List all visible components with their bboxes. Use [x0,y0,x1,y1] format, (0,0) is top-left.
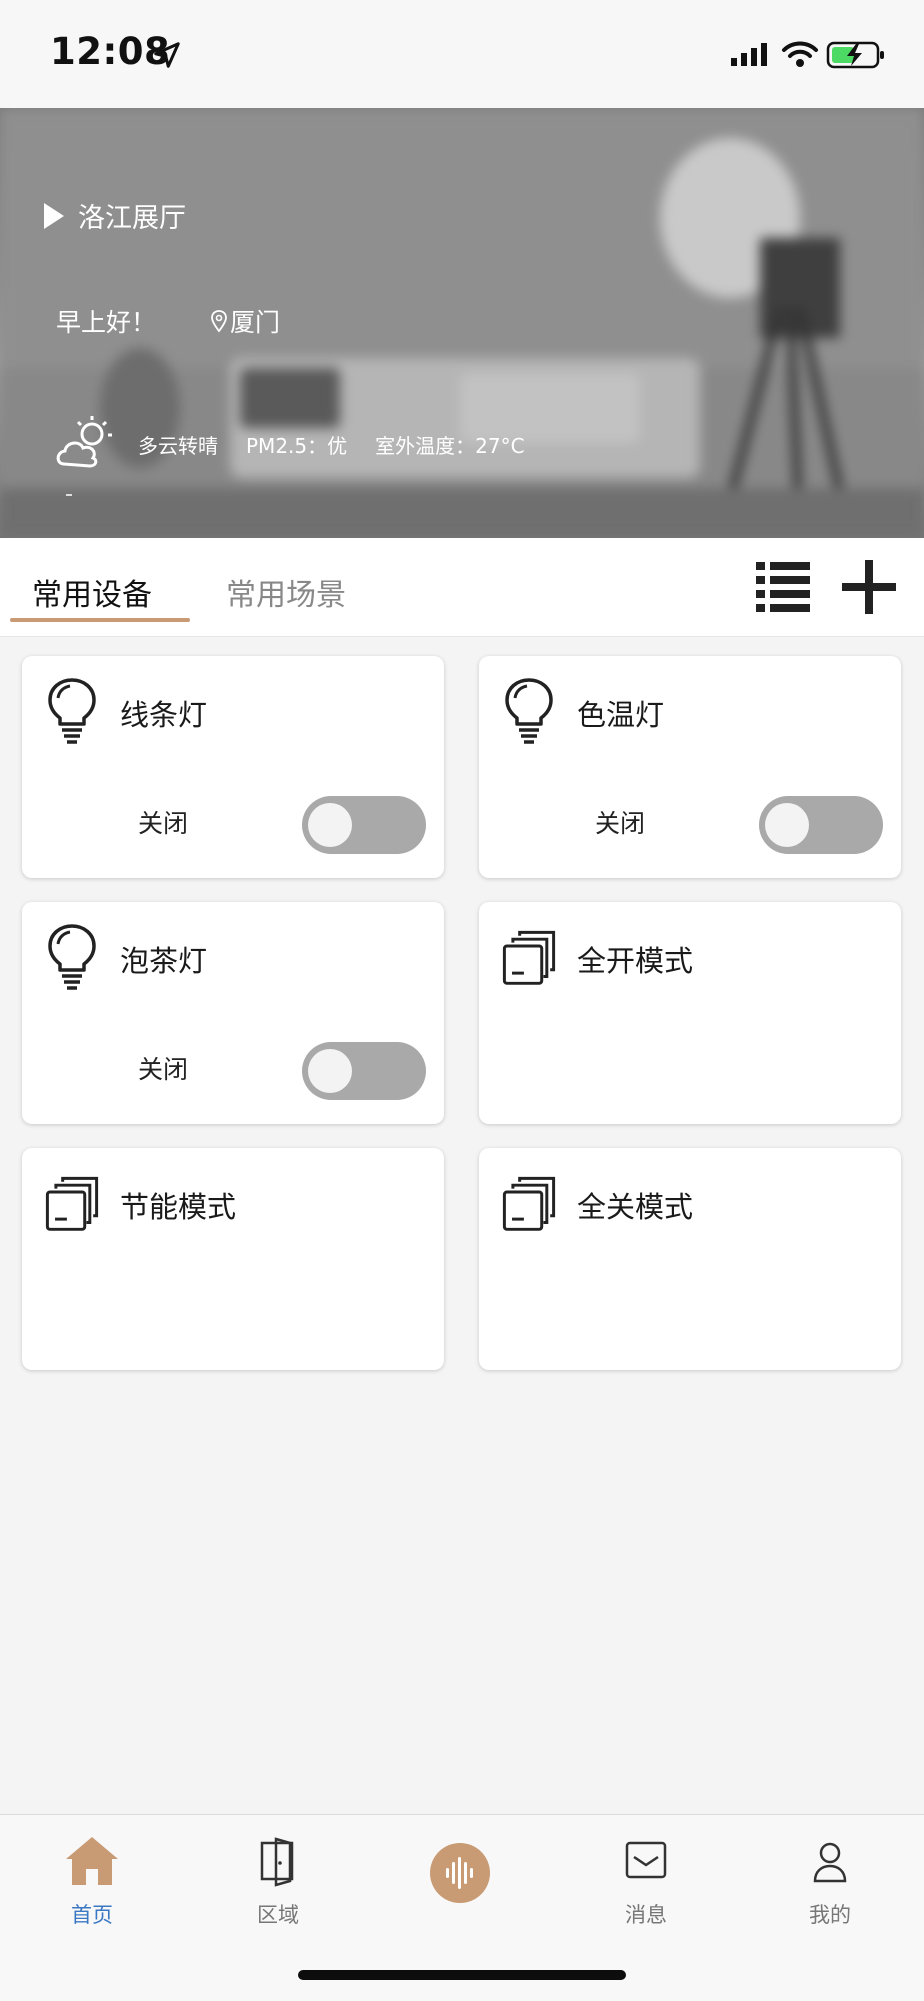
power-toggle[interactable] [759,796,883,854]
device-name: 色温灯 [577,698,665,732]
scene-name: 节能模式 [120,1190,237,1224]
nav-home[interactable]: 首页 [32,1833,152,1929]
device-status: 关闭 [138,1055,189,1084]
power-toggle[interactable] [302,1042,426,1100]
play-icon [44,202,64,229]
scene-card-all-on[interactable]: 全开模式 [479,902,901,1124]
user-icon [813,1842,847,1883]
bulb-icon [48,924,96,990]
scene-card-all-off[interactable]: 全关模式 [479,1148,901,1370]
tab-common-scenes[interactable]: 常用场景 [226,570,346,614]
project-name: 洛江展厅 [78,203,186,234]
wifi-icon [782,41,818,67]
battery-charging-icon [826,41,884,69]
nav-label: 区域 [257,1903,299,1927]
cellular-signal-icon [731,43,767,66]
city-name: 厦门 [230,308,281,337]
scene-icon [502,1176,556,1231]
voice-button[interactable] [430,1843,490,1903]
partly-cloudy-icon [56,416,112,468]
scene-icon [502,930,556,985]
scene-card-energy-saving[interactable]: 节能模式 [22,1148,444,1370]
power-toggle[interactable] [302,796,426,854]
bulb-icon [48,678,96,744]
weather-info: 多云转晴 PM2.5：优 室外温度：27°C [138,430,525,459]
status-bar: 12:08 [0,0,924,108]
location-arrow-icon [154,42,180,68]
nav-profile[interactable]: 我的 [770,1833,890,1929]
nav-label: 我的 [809,1903,851,1927]
tabs-bar: 常用设备 常用场景 [0,538,924,637]
home-icon [66,1837,118,1885]
device-card-line-light[interactable]: 线条灯 关闭 [22,656,444,878]
weather-pm25: PM2.5：优 [246,434,348,458]
add-icon[interactable] [840,558,898,616]
toggle-knob [765,803,809,847]
device-card-tea-light[interactable]: 泡茶灯 关闭 [22,902,444,1124]
scene-name: 全开模式 [577,944,694,978]
city-location[interactable]: 厦门 [210,303,280,339]
nav-area[interactable]: 区域 [218,1833,338,1929]
nav-label: 首页 [71,1903,113,1927]
device-card-color-temp-light[interactable]: 色温灯 关闭 [479,656,901,878]
bulb-icon [505,678,553,744]
nav-messages[interactable]: 消息 [586,1833,706,1929]
voice-icon [446,1857,473,1889]
greeting-text: 早上好！ [56,308,157,337]
device-name: 线条灯 [120,698,208,732]
hero-banner: 洛江展厅 早上好！ 厦门 多云转晴 PM2.5：优 室外温度：27°C [0,108,924,538]
toggle-knob [308,803,352,847]
device-name: 泡茶灯 [120,944,208,978]
scene-name: 全关模式 [577,1190,694,1224]
hero-divider [66,494,72,496]
nav-label: 消息 [625,1903,667,1927]
message-icon [625,1841,667,1879]
active-tab-indicator [10,618,190,622]
device-status: 关闭 [138,809,189,838]
toggle-knob [308,1049,352,1093]
weather-outdoor-temp: 室外温度：27°C [375,434,525,458]
device-status: 关闭 [595,809,646,838]
map-pin-icon [211,310,227,333]
weather-condition: 多云转晴 [138,434,218,458]
scene-icon [45,1176,99,1231]
home-indicator[interactable] [298,1970,626,1980]
project-selector[interactable]: 洛江展厅 [44,196,186,235]
door-icon [260,1837,294,1887]
tab-common-devices[interactable]: 常用设备 [32,570,152,614]
list-icon[interactable] [754,558,812,614]
